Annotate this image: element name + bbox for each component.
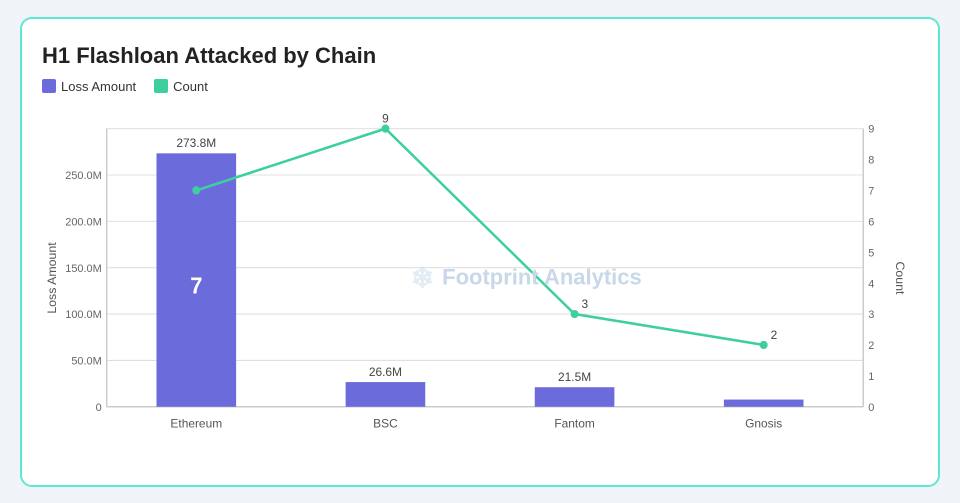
svg-text:4: 4 [868,278,874,290]
bar-gnosis [724,399,804,406]
svg-text:150.0M: 150.0M [65,262,101,274]
chart-svg: 0 50.0M 100.0M 150.0M 200.0M 250.0M Loss… [42,108,918,448]
svg-text:100.0M: 100.0M [65,309,101,321]
bar-bsc [346,382,426,407]
svg-text:Ethereum: Ethereum [170,416,222,430]
svg-text:250.0M: 250.0M [65,169,101,181]
svg-text:2: 2 [771,327,778,341]
svg-text:0: 0 [96,401,102,413]
chart-card: H1 Flashloan Attacked by Chain Loss Amou… [20,17,940,487]
svg-text:Fantom: Fantom [554,416,594,430]
dot-fantom [571,309,579,317]
legend-loss-swatch [42,79,56,93]
svg-text:Count: Count [893,261,907,295]
svg-text:3: 3 [582,296,589,310]
svg-text:BSC: BSC [373,416,398,430]
legend-count: Count [154,79,208,94]
chart-title: H1 Flashloan Attacked by Chain [42,43,918,69]
svg-text:3: 3 [868,309,874,321]
svg-text:9: 9 [382,111,389,125]
count-line [196,128,763,344]
bar-fantom [535,387,615,407]
dot-ethereum [192,186,200,194]
chart-area: 0 50.0M 100.0M 150.0M 200.0M 250.0M Loss… [42,108,918,448]
legend-loss: Loss Amount [42,79,136,94]
svg-text:9: 9 [868,123,874,135]
svg-text:50.0M: 50.0M [71,355,101,367]
svg-text:Loss Amount: Loss Amount [45,241,59,313]
dot-bsc [381,124,389,132]
svg-text:6: 6 [868,216,874,228]
legend-count-label: Count [173,79,208,94]
svg-text:7: 7 [868,185,874,197]
svg-text:0: 0 [868,401,874,413]
svg-text:7: 7 [190,273,202,298]
legend-loss-label: Loss Amount [61,79,136,94]
legend: Loss Amount Count [42,79,918,94]
svg-text:8: 8 [868,154,874,166]
legend-count-swatch [154,79,168,93]
svg-text:26.6M: 26.6M [369,364,402,378]
svg-text:273.8M: 273.8M [176,135,216,149]
svg-text:21.5M: 21.5M [558,369,591,383]
svg-text:2: 2 [868,339,874,351]
dot-gnosis [760,340,768,348]
svg-text:5: 5 [868,247,874,259]
svg-text:200.0M: 200.0M [65,216,101,228]
svg-text:Gnosis: Gnosis [745,416,782,430]
svg-text:1: 1 [868,370,874,382]
